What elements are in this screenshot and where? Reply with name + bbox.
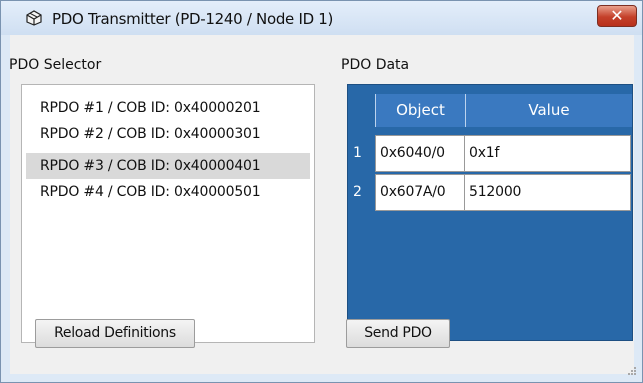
reload-definitions-button[interactable]: Reload Definitions [35,319,195,348]
pdo-selector-list[interactable]: RPDO #1 / COB ID: 0x40000201 RPDO #2 / C… [21,84,315,343]
column-header-value: Value [465,94,632,127]
pdo-data-grid: Object Value 1 0x6040/0 0x1f 2 0x607A/0 … [347,84,633,341]
resize-grip-icon[interactable] [627,366,637,376]
value-cell[interactable]: 512000 [464,174,631,211]
object-cell[interactable]: 0x6040/0 [375,135,465,172]
row-number: 2 [353,184,362,200]
row-number: 1 [353,145,362,161]
window-client-area: PDO Selector PDO Data RPDO #1 / COB ID: … [9,35,634,374]
pdo-data-label: PDO Data [341,57,410,73]
pdo-selector-label: PDO Selector [9,57,102,73]
list-item[interactable]: RPDO #2 / COB ID: 0x40000301 [26,121,310,147]
pdo-transmitter-window: PDO Transmitter (PD-1240 / Node ID 1) ✕ … [0,0,643,383]
list-item[interactable]: RPDO #1 / COB ID: 0x40000201 [26,95,310,121]
column-header-object: Object [375,94,465,127]
send-pdo-button[interactable]: Send PDO [346,319,450,348]
object-cell[interactable]: 0x607A/0 [375,174,465,211]
close-icon: ✕ [610,6,624,25]
close-button[interactable]: ✕ [597,5,637,27]
window-title: PDO Transmitter (PD-1240 / Node ID 1) [52,10,334,28]
window-app-icon [26,10,42,26]
list-item[interactable]: RPDO #4 / COB ID: 0x40000501 [26,179,310,205]
list-item-selected[interactable]: RPDO #3 / COB ID: 0x40000401 [26,153,310,179]
value-cell[interactable]: 0x1f [464,135,631,172]
title-bar[interactable]: PDO Transmitter (PD-1240 / Node ID 1) ✕ [1,1,642,35]
